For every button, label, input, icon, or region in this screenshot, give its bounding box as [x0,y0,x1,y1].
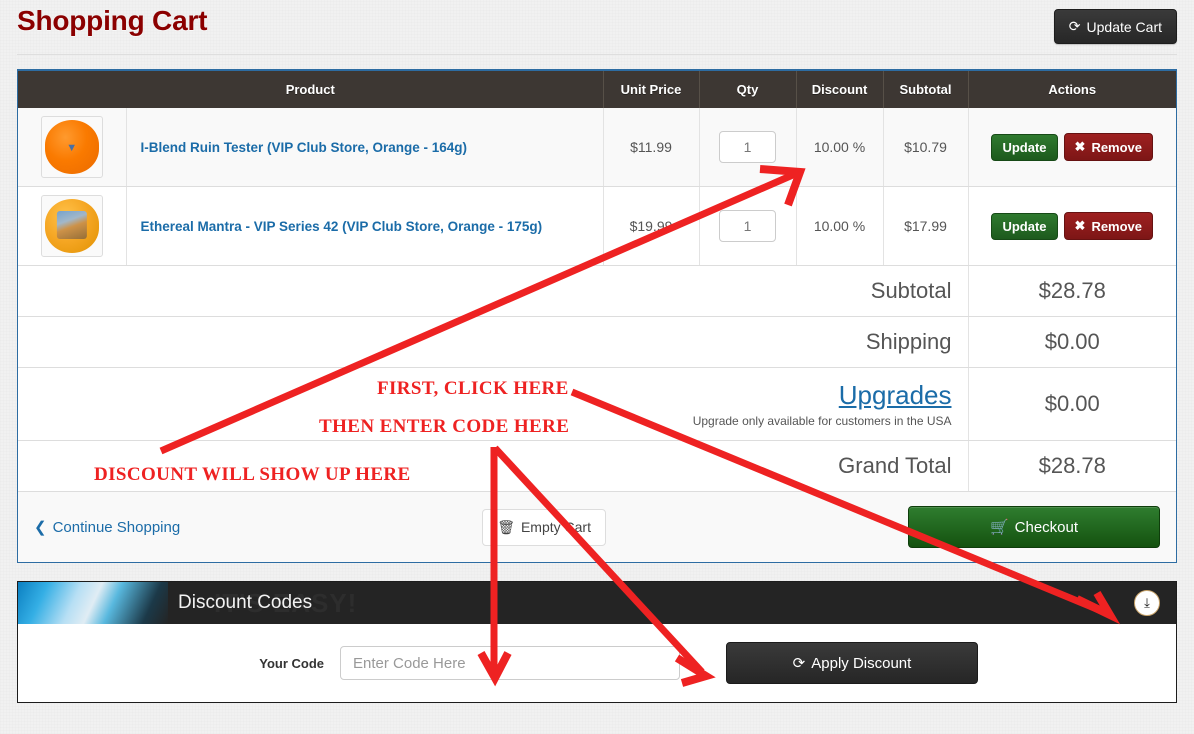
discount-value: 10.00 % [796,186,884,266]
product-thumbnail-cell: ▼ [18,108,127,187]
qty-cell [699,186,797,266]
unit-price-value: $19.99 [603,186,700,266]
shipping-amount: $0.00 [968,316,1176,368]
chevron-left-icon: ❮ [34,519,47,536]
update-item-button[interactable]: Update [991,212,1058,240]
discount-codes-title: Discount Codes [178,592,313,613]
cart-footer: ❮ Continue Shopping 🗑 Empty Cart 🛒 Check… [18,492,1176,562]
checkout-button[interactable]: 🛒 Checkout [907,506,1160,548]
column-header-product: Product [18,71,604,108]
discount-codes-panel: IT'S EASY! Discount Codes ⤓ Your Code ⟳ … [17,581,1177,703]
subtotal-value: $17.99 [883,186,969,266]
column-header-unit-price: Unit Price [603,71,700,108]
summary-row-shipping: Shipping $0.00 [18,316,1176,368]
arrow-down-circle-icon[interactable]: ⤓ [1134,590,1160,616]
upgrades-link[interactable]: Upgrades [34,380,952,410]
discount-value: 10.00 % [796,108,884,187]
summary-row-grand-total: Grand Total $28.78 [18,440,1176,492]
checkout-label: Checkout [1014,518,1079,536]
cart-icon: 🛒 [989,519,1009,536]
update-cart-label: Update Cart [1086,18,1162,35]
discount-codes-header: IT'S EASY! Discount Codes ⤓ [18,582,1176,624]
continue-shopping-link[interactable]: ❮ Continue Shopping [34,518,181,537]
grand-total-amount: $28.78 [968,440,1176,492]
gold-disc-thumbnail [40,195,103,257]
refresh-icon: ⟳ [792,655,806,672]
your-code-label: Your Code [259,655,324,671]
empty-cart-button[interactable]: 🗑 Empty Cart [482,508,606,546]
refresh-icon: ⟳ [1068,18,1081,34]
discount-code-input[interactable] [340,646,680,680]
trash-icon: 🗑 [497,518,515,535]
subtotal-label: Subtotal [18,265,969,317]
summary-row-upgrades: Upgrades Upgrade only available for cust… [18,367,1176,441]
quantity-input[interactable] [719,210,776,242]
apply-discount-label: Apply Discount [811,654,912,672]
cart-header-row: Product Unit Price Qty Discount Subtotal… [18,71,1176,108]
upgrades-note: Upgrade only available for customers in … [692,414,952,428]
actions-cell: Update ✖ Remove [968,186,1176,266]
page-header: Shopping Cart ⟳ Update Cart [17,0,1177,55]
quantity-input[interactable] [719,131,776,163]
orange-disc-thumbnail: ▼ [40,116,103,178]
qty-cell [699,108,797,187]
cart-table: Product Unit Price Qty Discount Subtotal… [18,71,1176,492]
empty-cart-label: Empty Cart [520,519,591,535]
remove-item-button[interactable]: ✖ Remove [1063,133,1154,161]
apply-discount-button[interactable]: ⟳ Apply Discount [726,642,978,684]
continue-shopping-label: Continue Shopping [52,518,181,536]
product-name-cell: Ethereal Mantra - VIP Series 42 (VIP Clu… [126,186,604,266]
remove-item-label: Remove [1091,139,1143,155]
summary-row-subtotal: Subtotal $28.78 [18,265,1176,317]
shipping-label: Shipping [18,316,969,368]
cart-panel: Product Unit Price Qty Discount Subtotal… [17,69,1177,563]
upgrades-amount: $0.00 [968,367,1176,441]
remove-item-button[interactable]: ✖ Remove [1063,212,1154,240]
column-header-discount: Discount [796,71,884,108]
remove-item-label: Remove [1091,218,1143,234]
table-row: ▼ I-Blend Ruin Tester (VIP Club Store, O… [18,108,1176,187]
page-title: Shopping Cart [17,5,208,36]
product-thumbnail-cell [18,186,127,266]
discount-codes-body: Your Code ⟳ Apply Discount [18,624,1176,702]
update-item-button[interactable]: Update [991,133,1058,161]
grand-total-label: Grand Total [18,440,969,492]
x-icon: ✖ [1074,139,1086,154]
column-header-subtotal: Subtotal [883,71,969,108]
table-row: Ethereal Mantra - VIP Series 42 (VIP Clu… [18,186,1176,266]
product-name-cell: I-Blend Ruin Tester (VIP Club Store, Ora… [126,108,604,187]
page-root: Shopping Cart ⟳ Update Cart Product Unit… [0,0,1194,703]
upgrades-cell: Upgrades Upgrade only available for cust… [18,367,969,441]
column-header-qty: Qty [699,71,797,108]
gradient-streak-decoration [18,582,168,624]
product-link[interactable]: I-Blend Ruin Tester (VIP Club Store, Ora… [141,140,468,155]
column-header-actions: Actions [968,71,1176,108]
subtotal-value: $10.79 [883,108,969,187]
actions-cell: Update ✖ Remove [968,108,1176,187]
update-cart-button[interactable]: ⟳ Update Cart [1053,9,1177,44]
product-link[interactable]: Ethereal Mantra - VIP Series 42 (VIP Clu… [141,219,543,234]
unit-price-value: $11.99 [603,108,700,187]
subtotal-amount: $28.78 [968,265,1176,317]
x-icon: ✖ [1074,218,1086,233]
